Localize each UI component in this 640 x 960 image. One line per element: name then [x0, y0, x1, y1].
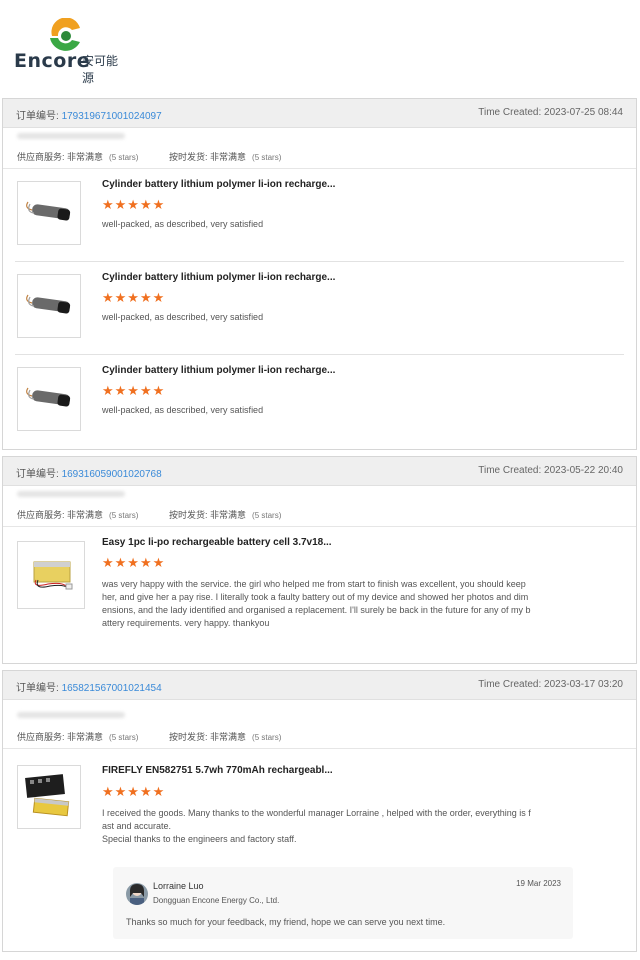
buyer-name-redacted [17, 133, 125, 139]
buyer-rating-row: 供应商服务: 非常满意 (5 stars) 按时发货: 非常满意 (5 stars) [3, 128, 636, 169]
service-rating: 供应商服务: 非常满意 (5 stars) [17, 510, 139, 520]
order-number-label: 订单编号: [16, 683, 59, 694]
buyer-name-redacted [17, 712, 125, 718]
star-rating: ★★★★★ [102, 197, 166, 212]
time-created-label: Time Created: [478, 107, 542, 118]
order-card: 订单编号: 179319671001024097 Time Created: 2… [2, 98, 637, 450]
seller-reply: Lorraine Luo Dongguan Encone Energy Co.,… [113, 867, 573, 939]
time-created-value: 2023-05-22 20:40 [544, 465, 623, 476]
review-comment: well-packed, as described, very satisfie… [102, 405, 264, 415]
encore-logo[interactable]: Encore 安可能源 [14, 18, 124, 85]
time-created-label: Time Created: [478, 465, 542, 476]
reply-date: 19 Mar 2023 [516, 879, 561, 888]
brand-wordmark: Encore [14, 50, 91, 72]
shipping-rating: 按时发货: 非常满意 (5 stars) [169, 732, 282, 742]
order-header: 订单编号: 179319671001024097 Time Created: 2… [3, 99, 636, 128]
brand-chinese-name: 安可能源 [82, 54, 119, 85]
list-item: Cylinder battery lithium polymer li-ion … [15, 355, 624, 447]
review-comment: I received the goods. Many thanks to the… [102, 808, 531, 844]
product-name-link[interactable]: Cylinder battery lithium polymer li-ion … [102, 272, 335, 283]
review-comment: was very happy with the service. the gir… [102, 579, 531, 628]
reply-author-name: Lorraine Luo [153, 881, 204, 891]
list-item: Easy 1pc li-po rechargeable battery cell… [15, 527, 624, 657]
product-thumbnail[interactable] [17, 181, 81, 245]
page-header: Encore 安可能源 [0, 0, 640, 94]
shipping-rating: 按时发货: 非常满意 (5 stars) [169, 152, 282, 162]
product-name-link[interactable]: Cylinder battery lithium polymer li-ion … [102, 365, 335, 376]
order-header: 订单编号: 169316059001020768 Time Created: 2… [3, 457, 636, 486]
product-thumbnail[interactable] [17, 541, 85, 609]
product-thumbnail[interactable] [17, 367, 81, 431]
cylinder-battery-icon [26, 294, 71, 314]
reply-text: Thanks so much for your feedback, my fri… [126, 917, 446, 927]
service-rating: 供应商服务: 非常满意 (5 stars) [17, 732, 139, 742]
product-thumbnail[interactable] [17, 765, 81, 829]
reply-company: Dongguan Encone Energy Co., Ltd. [153, 896, 280, 905]
cylinder-battery-icon [26, 387, 71, 407]
order-card: 订单编号: 169316059001020768 Time Created: 2… [2, 456, 637, 664]
review-comment: well-packed, as described, very satisfie… [102, 219, 264, 229]
list-item: Cylinder battery lithium polymer li-ion … [15, 262, 624, 355]
product-thumbnail[interactable] [17, 274, 81, 338]
star-rating: ★★★★★ [102, 383, 166, 398]
time-created-value: 2023-03-17 03:20 [544, 679, 623, 690]
star-rating: ★★★★★ [102, 784, 166, 799]
order-number-link[interactable]: 179319671001024097 [62, 111, 162, 122]
lipo-battery-icon [33, 561, 73, 590]
order-number-label: 订单编号: [16, 111, 59, 122]
review-comment: well-packed, as described, very satisfie… [102, 312, 264, 322]
buyer-name-redacted [17, 491, 125, 497]
service-rating: 供应商服务: 非常满意 (5 stars) [17, 152, 139, 162]
battery-pack-icon [25, 774, 70, 817]
order-number-link[interactable]: 165821567001021454 [62, 683, 162, 694]
order-number-label: 订单编号: [16, 469, 59, 480]
buyer-rating-row: 供应商服务: 非常满意 (5 stars) 按时发货: 非常满意 (5 stars) [3, 486, 636, 527]
cylinder-battery-icon [26, 201, 71, 221]
list-item: FIREFLY EN582751 5.7wh 770mAh rechargeab… [15, 749, 624, 949]
order-card: 订单编号: 165821567001021454 Time Created: 2… [2, 670, 637, 952]
time-created-label: Time Created: [478, 679, 542, 690]
buyer-rating-row: 供应商服务: 非常满意 (5 stars) 按时发货: 非常满意 (5 stars) [3, 700, 636, 749]
star-rating: ★★★★★ [102, 555, 166, 570]
product-name-link[interactable]: Cylinder battery lithium polymer li-ion … [102, 179, 335, 190]
order-header: 订单编号: 165821567001021454 Time Created: 2… [3, 671, 636, 700]
list-item: Cylinder battery lithium polymer li-ion … [15, 169, 624, 262]
time-created-value: 2023-07-25 08:44 [544, 107, 623, 118]
shipping-rating: 按时发货: 非常满意 (5 stars) [169, 510, 282, 520]
star-rating: ★★★★★ [102, 290, 166, 305]
logo-mark-icon [50, 18, 80, 51]
product-name-link[interactable]: Easy 1pc li-po rechargeable battery cell… [102, 537, 332, 548]
avatar [126, 883, 148, 905]
order-number-link[interactable]: 169316059001020768 [62, 469, 162, 480]
product-name-link[interactable]: FIREFLY EN582751 5.7wh 770mAh rechargeab… [102, 765, 333, 776]
